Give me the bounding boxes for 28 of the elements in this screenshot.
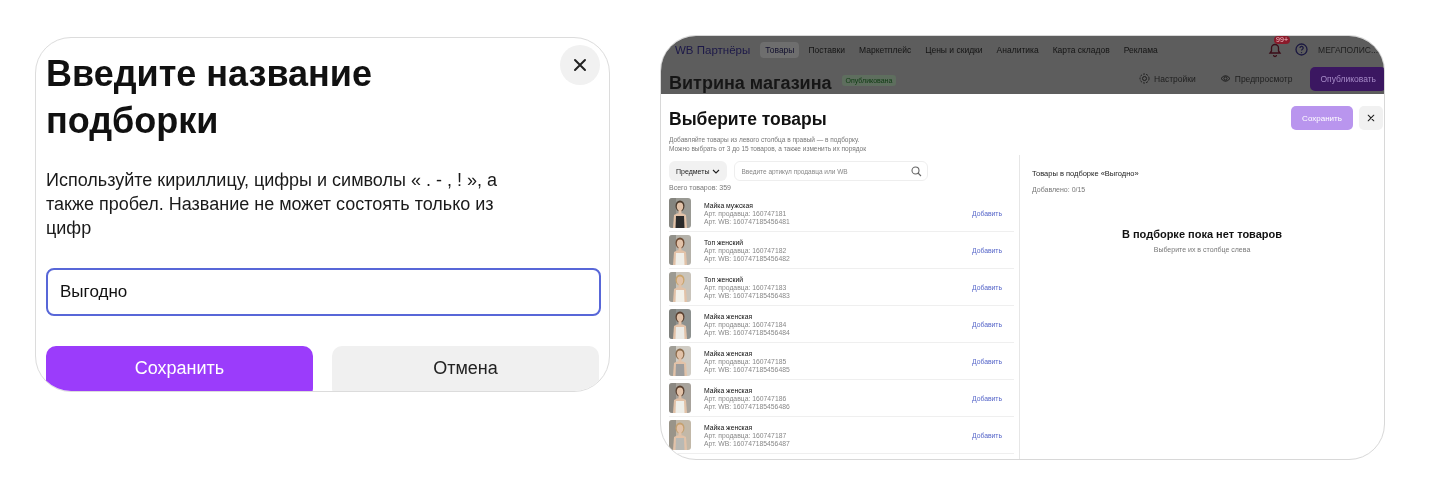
name-input-field[interactable]: Выгодно	[46, 268, 601, 316]
gear-icon	[1139, 73, 1151, 84]
nav-tab[interactable]: Реклама	[1118, 41, 1163, 58]
nav-tab[interactable]: Маркетплейс	[854, 41, 917, 58]
preview-button[interactable]: Предпросмотр	[1211, 69, 1301, 88]
chevron-down-icon	[712, 167, 721, 175]
nav-tab[interactable]: Поставки	[803, 41, 851, 58]
nav-tab[interactable]: Аналитика	[991, 41, 1044, 58]
page-title: Витрина магазина	[669, 72, 832, 93]
account-name[interactable]: МЕГАПОЛИС...	[1318, 44, 1378, 55]
help-icon	[1295, 43, 1309, 56]
dialog-title: Введите название подборки	[46, 52, 373, 143]
modal-title: Выберите товары	[669, 108, 828, 130]
nav-tab[interactable]: Карта складов	[1047, 41, 1115, 58]
nav-tab[interactable]: Цены и скидки	[920, 41, 988, 58]
empty-state-title: В подборке пока нет товаров	[1121, 228, 1283, 240]
app-logo[interactable]: WB Партнёры	[675, 43, 751, 56]
cancel-button[interactable]: Отмена	[332, 346, 599, 391]
bell-icon[interactable]	[1267, 41, 1284, 58]
nav-tab[interactable]: Товары	[760, 41, 800, 58]
dialog-description: Используйте кириллицу, цифры и символы « . - , ! », а также пробел. Название не может состоять только из цифр	[46, 169, 498, 240]
search-icon	[911, 165, 923, 177]
save-button[interactable]: Сохранить	[46, 346, 313, 391]
close-icon	[571, 56, 589, 74]
close-icon	[1366, 113, 1376, 123]
close-button[interactable]	[560, 45, 600, 85]
publish-button[interactable]: Опубликовать	[1310, 66, 1384, 91]
eye-icon	[1219, 73, 1231, 84]
